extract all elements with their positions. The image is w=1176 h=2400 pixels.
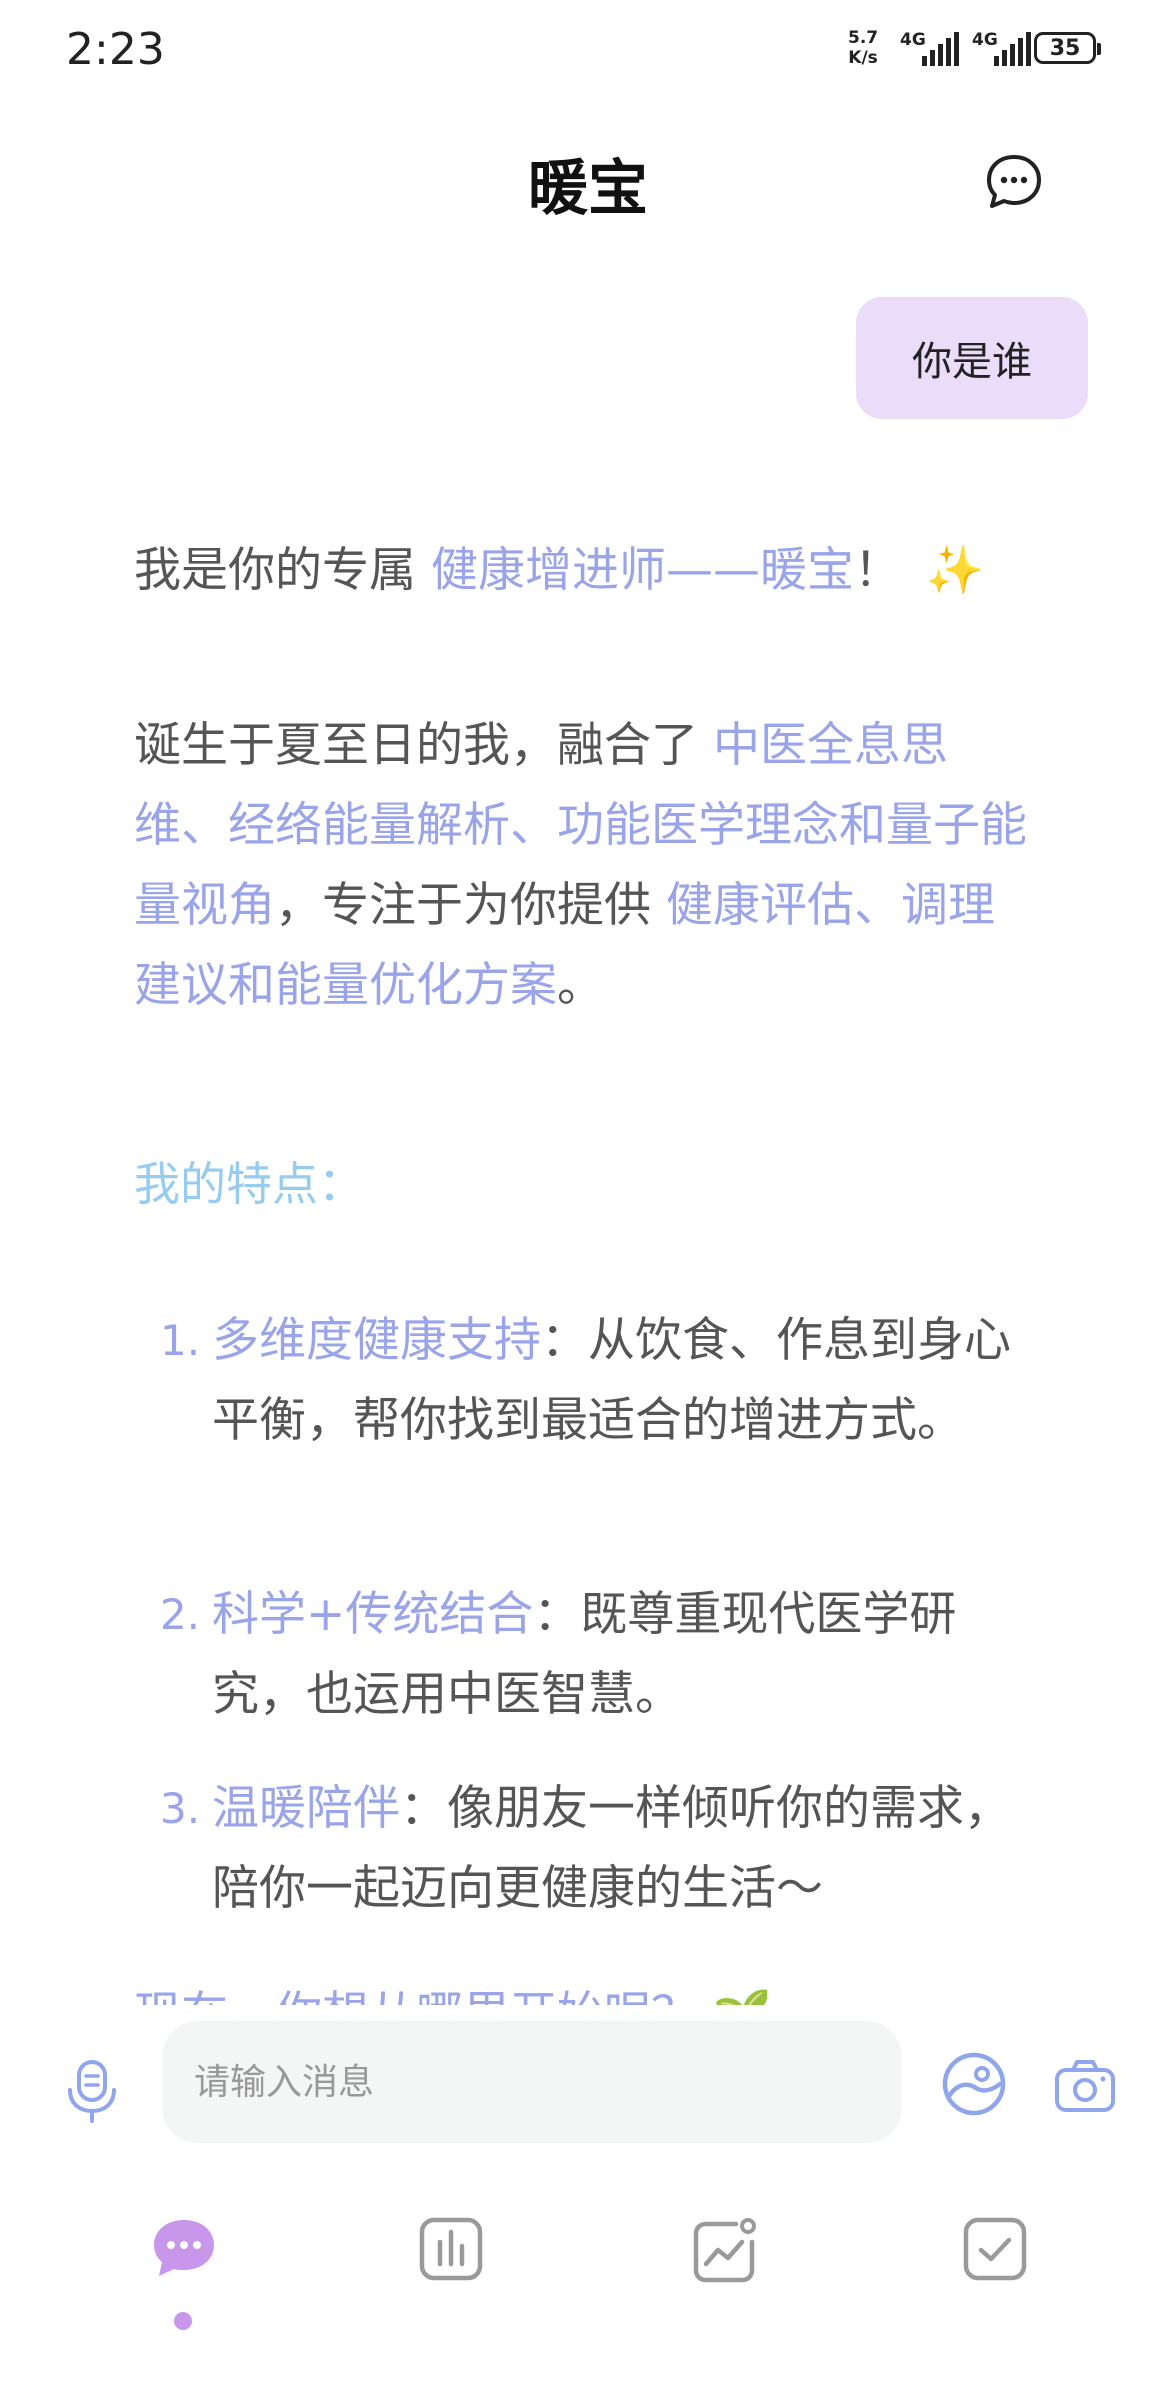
gallery-icon[interactable]	[940, 2050, 1008, 2118]
p2-text-1: 诞生于夏至日的我，融合了	[134, 718, 713, 773]
feature-title: 多维度健康支持	[212, 1313, 541, 1368]
feature-separator: ：	[533, 1587, 581, 1642]
network-speed-unit: K/s	[848, 48, 878, 68]
user-message-text: 你是谁	[912, 339, 1032, 385]
feature-item: 3. 温暖陪伴：像朋友一样倾听你的需求，陪你一起迈向更健康的生活～	[160, 1769, 1040, 1929]
report-tab-icon[interactable]	[418, 2216, 484, 2282]
microphone-icon[interactable]	[62, 2058, 122, 2124]
intro-suffix: ！	[853, 543, 901, 598]
network-speed: 5.7 K/s	[848, 28, 878, 68]
assistant-paragraph-2: 诞生于夏至日的我，融合了 中医全息思维、经络能量解析、功能医学理念和量子能量视角…	[134, 706, 1034, 1026]
feature-item: 2. 科学+传统结合：既尊重现代医学研究，也运用中医智慧。	[160, 1575, 1040, 1735]
network-speed-value: 5.7	[848, 28, 879, 48]
trend-tab-icon[interactable]	[690, 2216, 760, 2286]
feature-number: 3.	[160, 1784, 201, 1833]
checklist-tab-icon[interactable]	[962, 2216, 1028, 2282]
battery-level: 35	[1049, 35, 1081, 61]
camera-icon[interactable]	[1053, 2058, 1117, 2114]
status-bar: 2:23 5.7 K/s 4G 4G 35	[0, 0, 1176, 100]
intro-highlight: 健康增进师——暖宝	[430, 543, 854, 598]
p2-text-2: ，专注于为你提供	[275, 878, 666, 933]
battery-indicator: 35	[1034, 32, 1101, 64]
signal-bars-icon	[922, 32, 959, 66]
feature-separator: ：	[400, 1781, 447, 1836]
chat-bubble-icon[interactable]	[985, 153, 1043, 211]
p2-text-3: 。	[557, 958, 604, 1013]
chat-tab-icon[interactable]	[148, 2216, 220, 2282]
feature-separator: ：	[541, 1313, 588, 1368]
message-input[interactable]	[162, 2021, 902, 2143]
active-tab-indicator	[174, 2312, 192, 2330]
sparkle-icon: ✨	[925, 543, 985, 598]
assistant-intro: 我是你的专属 健康增进师——暖宝！ ✨	[134, 531, 1034, 611]
feature-number: 1.	[160, 1316, 201, 1365]
feature-title: 温暖陪伴	[212, 1781, 400, 1836]
user-message-bubble: 你是谁	[856, 297, 1088, 419]
status-time: 2:23	[66, 24, 165, 75]
intro-prefix: 我是你的专属	[134, 543, 431, 598]
signal-bars-icon	[994, 32, 1031, 66]
feature-item: 1. 多维度健康支持：从饮食、作息到身心平衡，帮你找到最适合的增进方式。	[160, 1301, 1040, 1461]
features-title: 我的特点：	[134, 1157, 364, 1211]
feature-number: 2.	[160, 1590, 201, 1639]
feature-title: 科学+传统结合	[212, 1587, 534, 1642]
